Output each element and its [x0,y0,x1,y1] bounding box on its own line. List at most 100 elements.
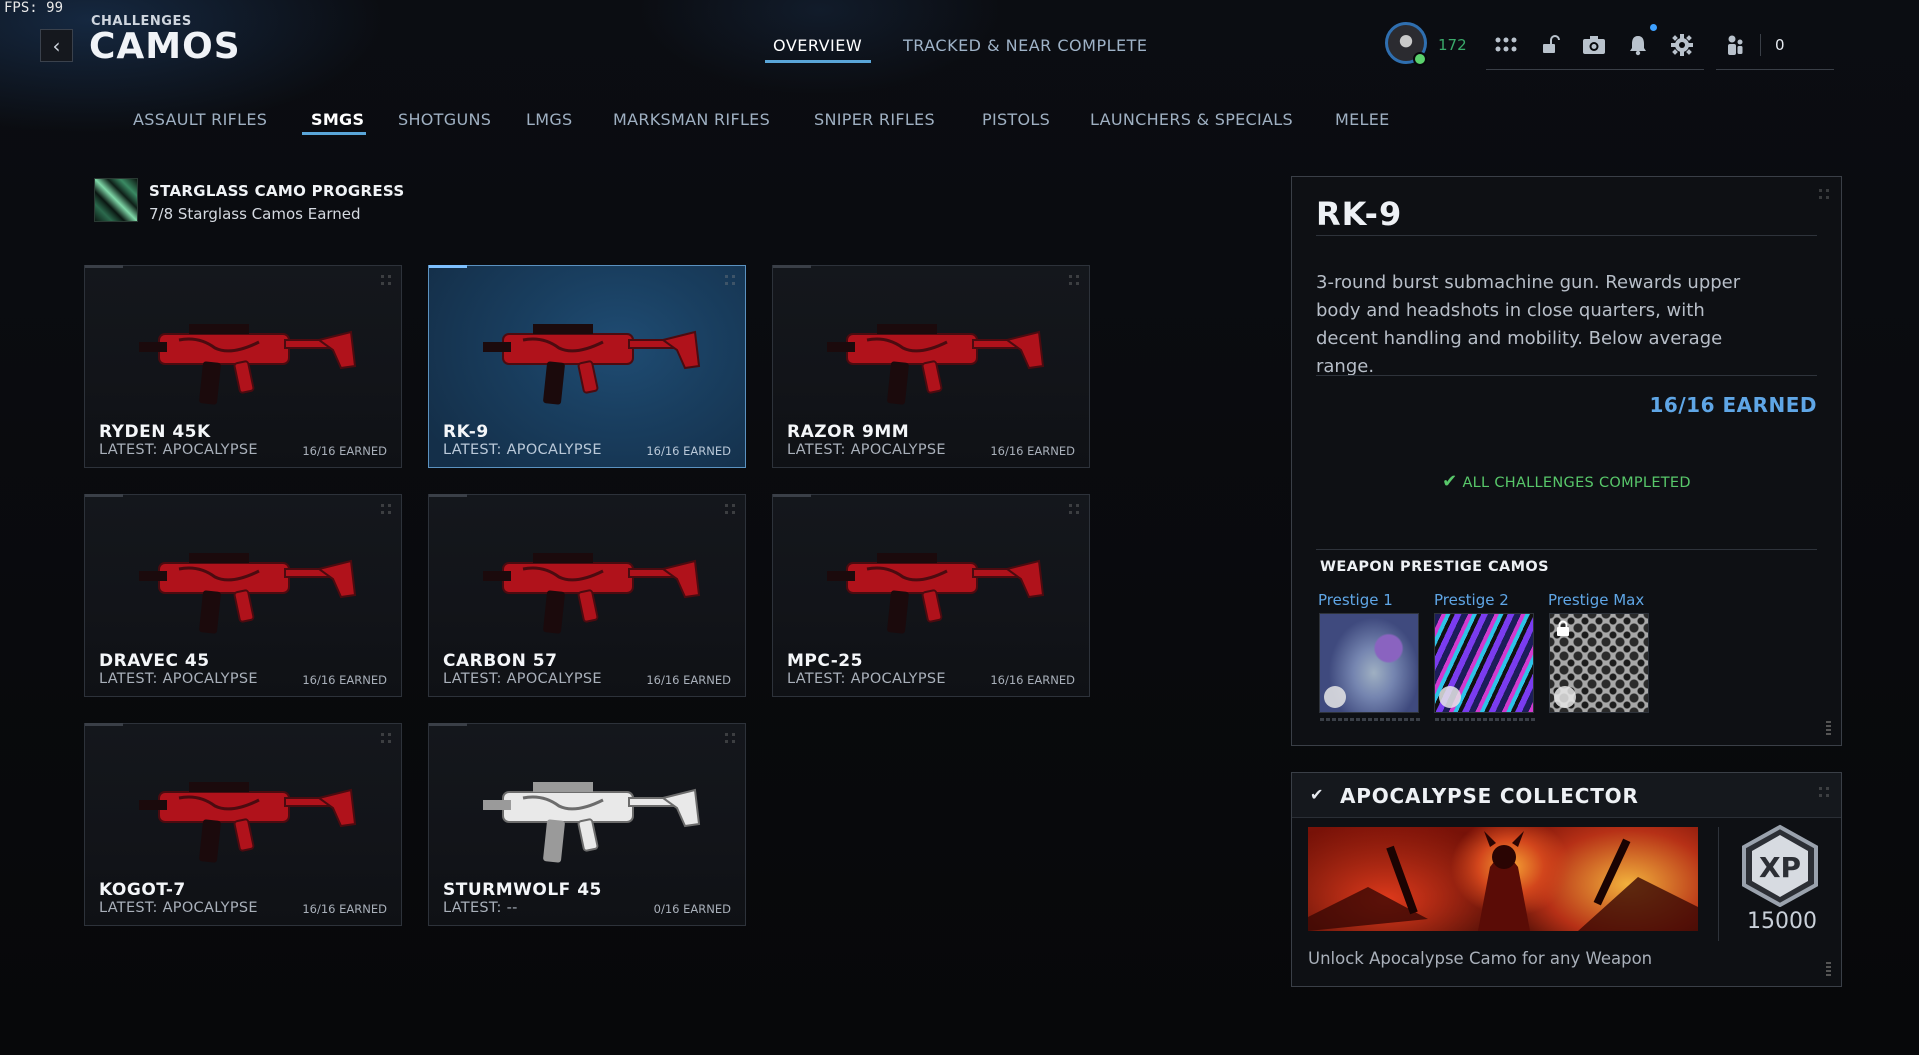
chevron-left-icon: ‹ [52,33,61,58]
weapon-card[interactable]: KOGOT-7 LATEST: APOCALYPSE 16/16 EARNED [84,723,402,926]
weapon-latest-camo: LATEST: APOCALYPSE [99,671,258,687]
card-progress-bar [773,265,811,268]
camo-emblem-icon [1324,686,1346,708]
starglass-title: STARGLASS CAMO PROGRESS [149,182,405,200]
weapon-name: KOGOT-7 [99,880,186,900]
tab-shotguns[interactable]: SHOTGUNS [398,110,491,129]
checkmark-icon: ✔ [1310,785,1324,804]
tab-lmgs[interactable]: LMGS [526,110,572,129]
card-corner-icon [725,275,735,285]
weapon-image [483,782,701,863]
card-corner-icon [381,733,391,743]
tab-melee[interactable]: MELEE [1335,110,1390,129]
prestige-1-camo[interactable] [1319,613,1420,721]
card-corner-icon [725,504,735,514]
weapon-earned: 16/16 EARNED [990,444,1075,458]
back-button[interactable]: ‹ [40,29,73,62]
prestige-max-camo[interactable] [1549,613,1649,713]
weapon-image [139,324,357,405]
party-divider-line [1716,69,1834,70]
panel-corner-icon [1819,189,1829,199]
detail-divider [1316,375,1817,376]
weapon-earned: 16/16 EARNED [302,902,387,916]
card-progress-bar [773,494,811,497]
starglass-camo-icon [94,178,138,222]
weapon-earned: 16/16 EARNED [302,673,387,687]
card-corner-icon [1069,504,1079,514]
party-count: 0 [1775,36,1785,54]
weapon-card[interactable]: RAZOR 9MM LATEST: APOCALYPSE 16/16 EARNED [772,265,1090,468]
weapon-image [483,553,701,634]
tab-sniper-rifles[interactable]: SNIPER RIFLES [814,110,935,129]
xp-badge-text: XP [1759,851,1801,884]
tab-marksman-rifles[interactable]: MARKSMAN RIFLES [613,110,770,129]
weapon-card[interactable]: RK-9 LATEST: APOCALYPSE 16/16 EARNED [428,265,746,468]
challenges-status-text: ALL CHALLENGES COMPLETED [1462,475,1691,491]
page-title: CAMOS [89,26,241,67]
unlock-icon[interactable] [1536,31,1564,59]
tab-overview[interactable]: OVERVIEW [773,36,862,55]
prestige-progress-bar [1320,718,1420,721]
scroll-grip-icon [1826,962,1831,976]
weapon-image [827,324,1045,405]
tab-assault-rifles[interactable]: ASSAULT RIFLES [133,110,267,129]
collector-challenge-card[interactable]: ✔ APOCALYPSE COLLECTOR XP 15000 Unlock A… [1291,772,1842,987]
camo-emblem-icon [1439,686,1461,708]
weapon-name: RAZOR 9MM [787,422,910,442]
weapon-card[interactable]: DRAVEC 45 LATEST: APOCALYPSE 16/16 EARNED [84,494,402,697]
prestige-2-camo[interactable] [1434,613,1535,721]
weapon-card[interactable]: MPC-25 LATEST: APOCALYPSE 16/16 EARNED [772,494,1090,697]
weapon-latest-camo: LATEST: APOCALYPSE [99,442,258,458]
card-progress-bar [85,265,123,268]
tab-launchers-specials[interactable]: LAUNCHERS & SPECIALS [1090,110,1293,129]
tab-pistols[interactable]: PISTOLS [982,110,1050,129]
collector-header: ✔ APOCALYPSE COLLECTOR [1292,773,1841,818]
prestige-max-label: Prestige Max [1548,591,1645,609]
party-area: 0 [1722,20,1785,70]
detail-description: 3-round burst submachine gun. Rewards up… [1316,272,1741,377]
weapon-latest-camo: LATEST: APOCALYPSE [443,442,602,458]
camo-emblem-icon [1554,686,1576,708]
detail-divider [1316,235,1817,236]
weapon-earned: 16/16 EARNED [646,444,731,458]
weapon-latest-camo: LATEST: APOCALYPSE [443,671,602,687]
weapon-name: MPC-25 [787,651,863,671]
tab-smgs-underline [302,132,366,135]
card-corner-icon [381,275,391,285]
weapon-earned: 16/16 EARNED [646,673,731,687]
gear-icon[interactable] [1668,31,1696,59]
weapon-image [139,553,357,634]
hud-divider [1486,69,1704,70]
camera-icon[interactable] [1580,31,1608,59]
party-icon[interactable] [1722,31,1750,59]
weapon-name: CARBON 57 [443,651,558,671]
tab-smgs[interactable]: SMGS [311,110,364,129]
xp-divider [1718,827,1719,941]
weapon-latest-camo: LATEST: APOCALYPSE [99,900,258,916]
apps-grid-icon[interactable] [1492,31,1520,59]
weapon-image [827,553,1045,634]
bell-icon[interactable] [1624,31,1652,59]
collector-title: APOCALYPSE COLLECTOR [1340,784,1639,808]
xp-badge-icon: XP [1732,823,1828,908]
detail-weapon-name: RK-9 [1316,195,1403,233]
collector-reward-image [1308,827,1698,931]
weapon-image [483,324,701,405]
card-corner-icon [381,504,391,514]
card-progress-bar [429,723,467,726]
tab-overview-underline [765,60,871,63]
weapon-name: DRAVEC 45 [99,651,210,671]
prestige-2-label: Prestige 2 [1434,591,1509,609]
weapon-card[interactable]: STURMWOLF 45 LATEST: -- 0/16 EARNED [428,723,746,926]
weapon-earned: 16/16 EARNED [302,444,387,458]
challenges-status: ✔ ALL CHALLENGES COMPLETED [1292,471,1841,492]
prestige-heading: WEAPON PRESTIGE CAMOS [1320,559,1550,575]
weapon-earned: 16/16 EARNED [990,673,1075,687]
weapon-card[interactable]: CARBON 57 LATEST: APOCALYPSE 16/16 EARNED [428,494,746,697]
tab-tracked[interactable]: TRACKED & NEAR COMPLETE [903,36,1148,55]
card-corner-icon [725,733,735,743]
weapon-card[interactable]: RYDEN 45K LATEST: APOCALYPSE 16/16 EARNED [84,265,402,468]
hud-toolbar [1492,20,1696,70]
weapon-latest-camo: LATEST: APOCALYPSE [787,671,946,687]
weapon-name: RK-9 [443,422,489,442]
